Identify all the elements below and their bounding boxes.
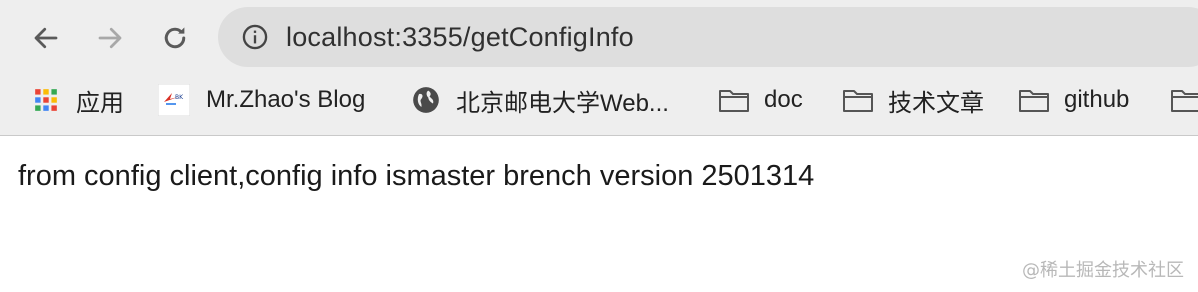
browser-chrome: localhost:3355/getConfigInfo 应用 BK Mr.Zh… — [0, 0, 1198, 136]
bookmark-label: 技术文章 — [888, 89, 984, 117]
back-button[interactable] — [26, 18, 66, 58]
address-bar[interactable]: localhost:3355/getConfigInfo — [218, 7, 1198, 67]
bookmark-label: 应用 — [76, 89, 124, 117]
svg-text:BK: BK — [175, 94, 184, 101]
globe-icon — [410, 84, 442, 116]
bookmark-folder-doc[interactable]: doc — [718, 76, 803, 124]
bookmark-folder-articles[interactable]: 技术文章 — [842, 76, 984, 124]
info-icon[interactable] — [240, 22, 270, 52]
reload-icon — [164, 27, 186, 49]
bookmark-apps[interactable]: 应用 — [30, 76, 124, 124]
folder-icon — [1018, 84, 1050, 116]
page-body-text: from config client,config info ismaster … — [18, 160, 815, 192]
bookmark-folder-github[interactable]: github — [1018, 76, 1129, 124]
watermark: @稀土掘金技术社区 — [1022, 260, 1184, 281]
bookmark-folder-overflow[interactable] — [1170, 76, 1198, 124]
bookmark-label: Mr.Zhao's Blog — [206, 86, 366, 113]
forward-button[interactable] — [90, 18, 130, 58]
folder-icon — [1170, 84, 1198, 116]
url-text[interactable]: localhost:3355/getConfigInfo — [286, 22, 634, 53]
bookmark-label: github — [1064, 86, 1130, 113]
folder-icon — [718, 84, 750, 116]
folder-icon — [842, 84, 874, 116]
bookmark-bupt[interactable]: 北京邮电大学Web... — [410, 76, 669, 124]
bookmark-blog[interactable]: BK Mr.Zhao's Blog — [158, 76, 365, 124]
arrow-right-icon — [98, 27, 122, 49]
apps-grid-icon — [30, 84, 62, 116]
bookmark-label: 北京邮电大学Web... — [456, 89, 669, 117]
reload-button[interactable] — [155, 18, 195, 58]
blog-favicon: BK — [158, 84, 190, 116]
browser-toolbar: localhost:3355/getConfigInfo — [0, 0, 1198, 72]
bookmarks-bar: 应用 BK Mr.Zhao's Blog 北京邮电大学Web... doc 技术… — [0, 76, 1198, 124]
bookmark-label: doc — [764, 86, 803, 113]
arrow-left-icon — [34, 27, 58, 49]
